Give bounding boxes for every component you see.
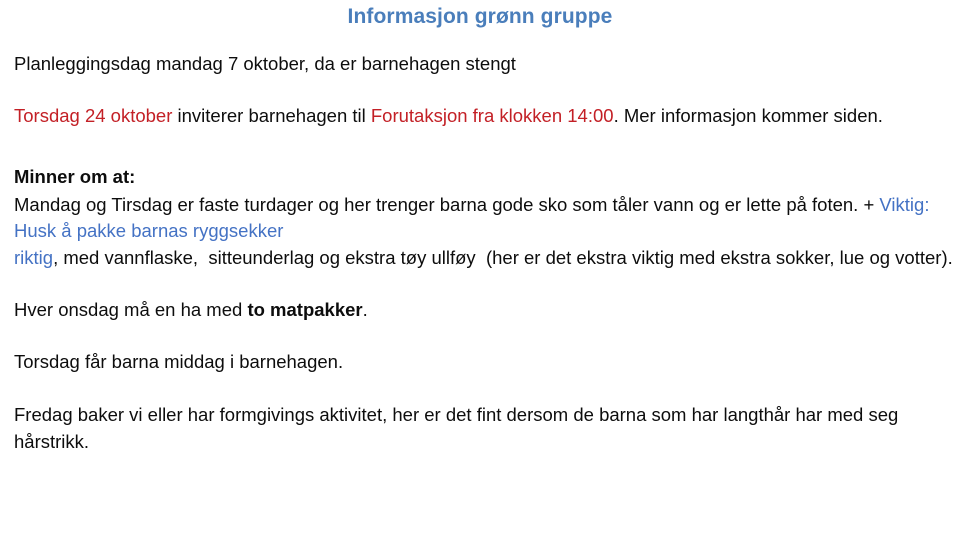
invitation-date: Torsdag 24 oktober: [14, 105, 173, 127]
invitation-tail: . Mer informasjon kommer siden.: [613, 105, 883, 127]
thursday-text: Torsdag får barna middag i barnehagen.: [14, 351, 344, 373]
reminder-heading-text: Minner om at:: [14, 165, 136, 187]
paragraph-thursday: Torsdag får barna middag i barnehagen.: [14, 349, 946, 375]
wednesday-tail: .: [362, 298, 368, 320]
page-title: Informasjon grønn gruppe: [347, 5, 613, 28]
document-page: Informasjon grønn gruppe Planleggingsdag…: [0, 4, 960, 539]
reminder-heading: Minner om at:: [14, 164, 946, 190]
invitation-middle: inviterer barnehagen til: [172, 105, 371, 127]
paragraph-shoes-and-backpack: Mandag og Tirsdag er faste turdager og h…: [14, 192, 953, 271]
planning-day-text: Planleggingsdag mandag 7 oktober, da er …: [14, 53, 516, 75]
shoes-tail-text: , med vannflaske, sitteunderlag og ekstr…: [53, 246, 953, 268]
shoes-lead-text: Mandag og Tirsdag er faste turdager og h…: [14, 193, 880, 215]
invitation-event: Forutaksjon fra klokken 14:00: [370, 105, 614, 127]
wednesday-lead: Hver onsdag må en ha med: [14, 298, 248, 320]
paragraph-wednesday: Hver onsdag må en ha med to matpakker.: [14, 297, 946, 323]
wednesday-emphasis: to matpakker: [247, 298, 363, 320]
paragraph-planning-day: Planleggingsdag mandag 7 oktober, da er …: [14, 51, 946, 77]
paragraph-invitation: Torsdag 24 oktober inviterer barnehagen …: [14, 103, 946, 129]
paragraph-friday: Fredag baker vi eller har formgivings ak…: [14, 402, 946, 455]
friday-text: Fredag baker vi eller har formgivings ak…: [14, 404, 899, 452]
